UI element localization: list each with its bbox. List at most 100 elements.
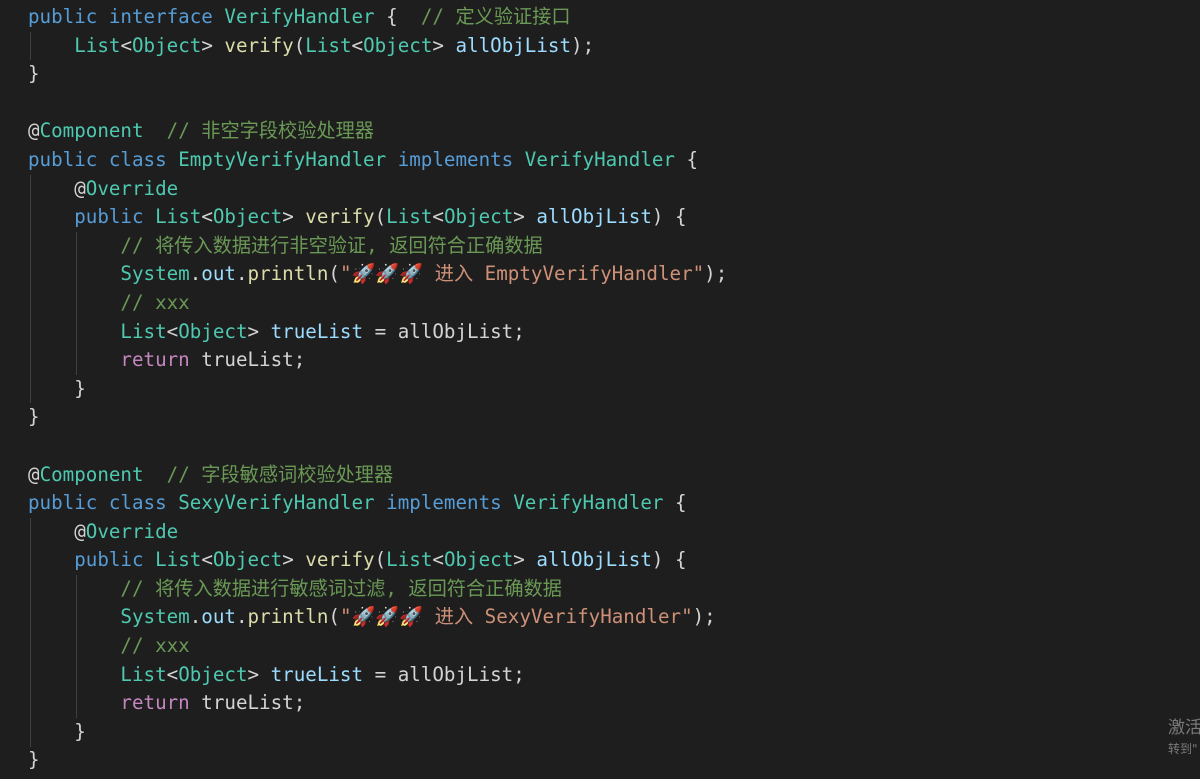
- code-line[interactable]: ​: [28, 432, 727, 461]
- code-token-str: ": [339, 262, 352, 286]
- code-token-plain: >: [282, 205, 306, 229]
- code-token-plain: >: [282, 548, 306, 572]
- code-token-ctrl: return: [120, 691, 190, 715]
- code-line[interactable]: List<Object> verify(List<Object> allObjL…: [28, 32, 727, 61]
- code-token-type: SexyVerifyHandler: [178, 491, 375, 515]
- code-token-type: Object: [212, 548, 283, 572]
- code-token-cmt: // 将传入数据进行非空验证, 返回符合正确数据: [120, 233, 543, 257]
- code-token-plain: <: [432, 548, 444, 572]
- code-token-type: List: [386, 205, 433, 229]
- code-token-type: Component: [39, 119, 144, 143]
- code-line[interactable]: // xxx: [28, 632, 727, 661]
- code-token-type: System: [120, 605, 190, 629]
- code-token-plain: .: [235, 605, 248, 629]
- code-token-type: List: [155, 205, 202, 229]
- code-token-type: Component: [39, 462, 144, 486]
- code-token-plain: ) {: [651, 205, 687, 229]
- code-token-plain: >: [247, 662, 271, 686]
- code-token-emoji: 🚀🚀🚀: [351, 262, 424, 286]
- code-line[interactable]: public class SexyVerifyHandler implement…: [28, 489, 727, 518]
- code-token-type: List: [305, 33, 352, 57]
- code-token-plain: }: [74, 719, 86, 743]
- code-line[interactable]: ​: [28, 89, 727, 118]
- code-token-fn: verify: [305, 548, 375, 572]
- code-line[interactable]: @Component // 字段敏感词校验处理器: [28, 461, 727, 490]
- code-token-plain: <: [201, 548, 213, 572]
- code-token-plain: );: [704, 262, 728, 286]
- code-line[interactable]: public List<Object> verify(List<Object> …: [28, 546, 727, 575]
- code-editor[interactable]: public interface VerifyHandler { // 定义验证…: [0, 0, 1200, 779]
- code-token-plain: <: [201, 205, 213, 229]
- code-line[interactable]: }: [28, 718, 727, 747]
- code-token-cmt: // 将传入数据进行敏感词过滤, 返回符合正确数据: [120, 576, 562, 600]
- code-token-kw: interface: [108, 5, 213, 28]
- code-area[interactable]: public interface VerifyHandler { // 定义验证…: [28, 3, 727, 775]
- code-line[interactable]: }: [28, 403, 727, 432]
- code-token-cmt: // 非空字段校验处理器: [166, 119, 374, 143]
- code-token-type: Object: [363, 33, 433, 57]
- code-line[interactable]: public interface VerifyHandler { // 定义验证…: [28, 3, 727, 32]
- code-line[interactable]: List<Object> trueList = allObjList;: [28, 318, 727, 347]
- code-line[interactable]: @Component // 非空字段校验处理器: [28, 117, 727, 146]
- code-line[interactable]: public class EmptyVerifyHandler implemen…: [28, 146, 727, 175]
- code-token-cmt: // xxx: [120, 290, 190, 314]
- code-token-kw: class: [108, 147, 167, 171]
- code-token-plain: @: [28, 462, 40, 486]
- code-line[interactable]: }: [28, 375, 727, 404]
- code-token-type: Object: [443, 548, 514, 572]
- code-line[interactable]: @Override: [28, 175, 727, 204]
- code-token-plain: (: [374, 205, 387, 229]
- code-line[interactable]: System.out.println("🚀🚀🚀 进入 SexyVerifyHan…: [28, 603, 727, 632]
- code-token-type: List: [120, 319, 167, 343]
- code-token-type: List: [120, 662, 167, 686]
- code-token-var: trueList: [270, 662, 364, 686]
- code-token-var: allObjList: [455, 33, 572, 57]
- code-token-plain: @: [74, 176, 86, 200]
- code-token-plain: <: [166, 662, 179, 686]
- code-line[interactable]: }: [28, 60, 727, 89]
- code-token-plain: <: [120, 33, 132, 57]
- code-line[interactable]: System.out.println("🚀🚀🚀 进入 EmptyVerifyHa…: [28, 260, 727, 289]
- code-token-fn: println: [247, 262, 329, 286]
- code-line[interactable]: @Override: [28, 518, 727, 547]
- code-token-type: System: [120, 262, 190, 286]
- code-line[interactable]: // 将传入数据进行敏感词过滤, 返回符合正确数据: [28, 575, 727, 604]
- code-token-plain: );: [571, 33, 595, 57]
- code-token-fn: verify: [224, 33, 294, 57]
- watermark-title: 激活: [1168, 718, 1200, 738]
- code-token-plain: (: [374, 548, 387, 572]
- code-line[interactable]: // 将传入数据进行非空验证, 返回符合正确数据: [28, 232, 727, 261]
- code-line[interactable]: List<Object> trueList = allObjList;: [28, 661, 727, 690]
- code-token-var: trueList: [270, 319, 364, 343]
- code-line[interactable]: return trueList;: [28, 346, 727, 375]
- code-token-plain: (: [293, 33, 306, 57]
- code-token-plain: = allObjList;: [363, 319, 525, 343]
- code-token-plain: >: [513, 205, 537, 229]
- code-token-type: VerifyHandler: [224, 5, 375, 28]
- code-token-plain: <: [432, 205, 444, 229]
- code-token-plain: (: [328, 262, 340, 286]
- code-line[interactable]: public List<Object> verify(List<Object> …: [28, 203, 727, 232]
- code-token-kw: public: [74, 548, 144, 572]
- code-token-type: List: [155, 548, 202, 572]
- code-line[interactable]: return trueList;: [28, 689, 727, 718]
- code-token-plain: {: [374, 5, 421, 28]
- code-token-type: Object: [178, 319, 248, 343]
- code-line[interactable]: }: [28, 746, 727, 775]
- code-line[interactable]: // xxx: [28, 289, 727, 318]
